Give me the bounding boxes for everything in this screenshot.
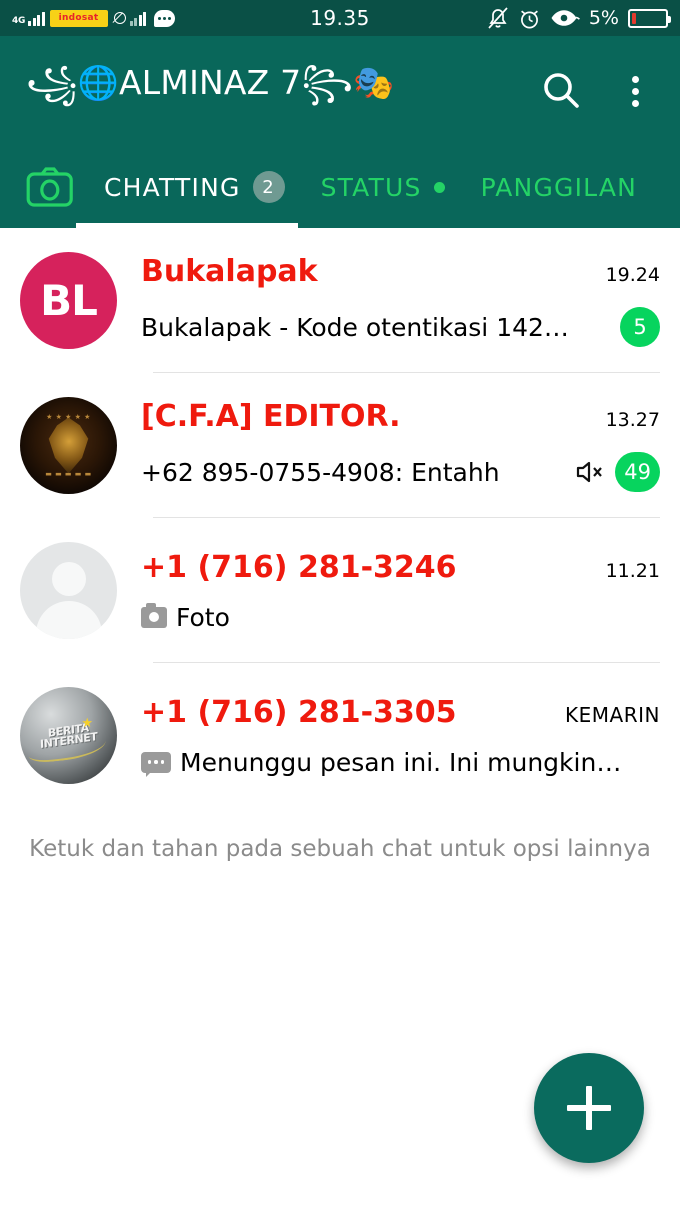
search-button[interactable] <box>538 68 584 114</box>
avatar-ring-text-bottom: ▬ ▬ ▬ ▬ ▬ <box>45 470 92 478</box>
chat-row-body: +1 (716) 281-3246 11.21 Foto <box>141 518 660 663</box>
avatar[interactable]: BL <box>20 252 117 349</box>
chat-row-preview: +62 895-0755-4908: Entahh 49 <box>141 452 660 492</box>
chat-row-body: Bukalapak 19.24 Bukalapak - Kode otentik… <box>141 228 660 373</box>
tab-panggilan-label: PANGGILAN <box>480 172 638 202</box>
avatar-crest-icon <box>48 417 89 474</box>
tab-status[interactable]: STATUS <box>303 146 463 228</box>
app-bar-top: ꧁🌐ALMINAZ 7꧂🎭 <box>0 36 680 146</box>
speaker-muted-icon <box>577 461 603 483</box>
search-icon <box>544 73 579 108</box>
whatsapp-screen: 4G indosat 19.35 5% ꧁🌐ALMINAZ 7꧂🎭 CHATTI… <box>0 0 680 1209</box>
tab-chatting[interactable]: CHATTING 2 <box>86 146 303 228</box>
eye-care-icon <box>551 10 580 26</box>
table-row[interactable]: BL Bukalapak 19.24 Bukalapak - Kode oten… <box>0 228 680 373</box>
chat-row-header: [C.F.A] EDITOR. 13.27 <box>141 399 660 434</box>
chat-list: BL Bukalapak 19.24 Bukalapak - Kode oten… <box>0 228 680 862</box>
battery-percent-label: 5% <box>588 7 619 29</box>
overflow-menu-icon <box>631 75 639 107</box>
table-row[interactable]: +1 (716) 281-3246 11.21 Foto <box>0 518 680 663</box>
unread-badge: 49 <box>615 452 660 492</box>
table-row[interactable]: ★ ★ ★ ★ ★ ▬ ▬ ▬ ▬ ▬ [C.F.A] EDITOR. 13.2… <box>0 373 680 518</box>
chat-row-header: Bukalapak 19.24 <box>141 254 660 289</box>
tab-status-label: STATUS <box>320 172 422 202</box>
chat-name: Bukalapak <box>141 254 318 289</box>
preview-camera-icon <box>141 602 167 628</box>
chat-name: +1 (716) 281-3305 <box>141 694 457 730</box>
chat-message-preview: Bukalapak - Kode otentikasi 142… <box>141 312 569 342</box>
avatar-star-icon: ★ <box>81 716 93 731</box>
table-row[interactable]: BERITA INTERNET ★ +1 (716) 281-3305 KEMA… <box>0 663 680 808</box>
tab-chatting-badge: 2 <box>252 171 285 203</box>
chat-row-meta: 5 <box>620 307 660 347</box>
avatar[interactable]: ★ ★ ★ ★ ★ ▬ ▬ ▬ ▬ ▬ <box>20 397 117 494</box>
avatar[interactable]: BERITA INTERNET ★ <box>20 687 117 784</box>
avatar-initials: BL <box>40 276 98 325</box>
new-chat-plus-icon <box>567 1086 611 1130</box>
chat-row-header: +1 (716) 281-3246 11.21 <box>141 550 660 585</box>
chat-row-body: +1 (716) 281-3305 KEMARIN Menunggu pesan… <box>141 663 660 808</box>
chat-name: [C.F.A] EDITOR. <box>141 399 401 434</box>
tab-chatting-label: CHATTING <box>104 172 241 202</box>
list-hint-text: Ketuk dan tahan pada sebuah chat untuk o… <box>29 836 651 862</box>
chat-message-preview: Foto <box>176 602 230 632</box>
default-avatar-body <box>35 601 102 639</box>
bell-muted-icon <box>488 7 508 29</box>
preview-message-bubble-icon <box>141 751 171 777</box>
status-bar-right: 5% <box>487 0 671 36</box>
chat-message-preview: Menunggu pesan ini. Ini mungkin… <box>180 747 622 777</box>
chat-row-preview: Foto <box>141 602 660 632</box>
chat-row-body: [C.F.A] EDITOR. 13.27 +62 895-0755-4908:… <box>141 373 660 518</box>
tab-camera[interactable] <box>14 166 86 208</box>
app-bar: ꧁🌐ALMINAZ 7꧂🎭 CHATTING 2 STATUS PANGGILA… <box>0 36 680 228</box>
avatar[interactable] <box>20 542 117 639</box>
chat-time: 13.27 <box>605 409 660 431</box>
chat-row-preview: Menunggu pesan ini. Ini mungkin… <box>141 748 660 777</box>
camera-icon <box>26 167 73 207</box>
chat-message-preview: +62 895-0755-4908: Entahh <box>141 457 500 487</box>
default-avatar-icon <box>51 562 86 596</box>
chat-row-preview: Bukalapak - Kode otentikasi 142… 5 <box>141 307 660 347</box>
overflow-menu-button[interactable] <box>612 68 658 114</box>
chat-name: +1 (716) 281-3246 <box>141 549 457 585</box>
status-unseen-dot-icon <box>433 181 445 193</box>
app-bar-actions <box>538 68 658 114</box>
unread-badge: 5 <box>620 307 660 347</box>
chat-time: 19.24 <box>605 264 660 286</box>
battery-icon <box>628 8 671 28</box>
tab-bar: CHATTING 2 STATUS PANGGILAN <box>0 146 680 228</box>
chat-time: KEMARIN <box>565 702 660 727</box>
new-chat-button[interactable] <box>534 1053 644 1163</box>
status-bar: 4G indosat 19.35 5% <box>0 0 680 36</box>
alarm-clock-icon <box>520 10 538 28</box>
chat-time: 11.21 <box>605 559 660 582</box>
page-title: ꧁🌐ALMINAZ 7꧂🎭 <box>26 62 395 102</box>
chat-row-meta: 49 <box>575 452 660 492</box>
chat-row-header: +1 (716) 281-3305 KEMARIN <box>141 695 660 730</box>
tab-panggilan[interactable]: PANGGILAN <box>463 146 656 228</box>
